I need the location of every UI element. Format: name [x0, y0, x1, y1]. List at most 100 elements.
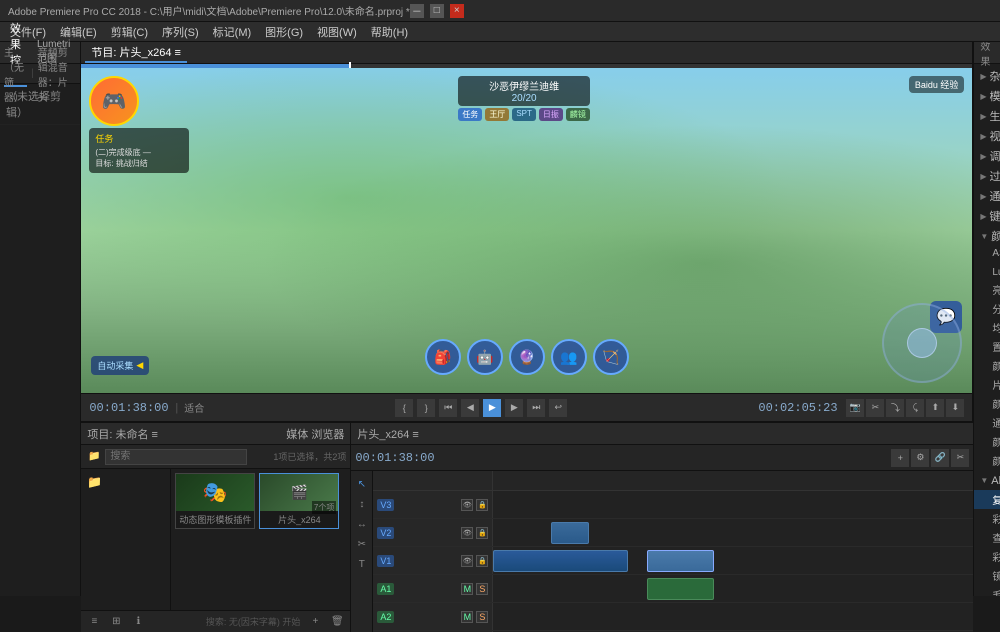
new-item-button[interactable]: +	[306, 613, 324, 631]
effect-color-processing[interactable]: 颜色处理	[974, 432, 1000, 451]
cat-alpha-glow[interactable]: ▼ Alpha 发光	[974, 470, 1000, 490]
effect-copy[interactable]: 复制	[974, 490, 1000, 509]
track-v1-content[interactable]	[493, 547, 973, 574]
cat-noise[interactable]: ▶ 杂色与颗粒	[974, 66, 1000, 86]
window-controls: － □ ×	[410, 4, 464, 18]
close-button[interactable]: ×	[450, 4, 464, 18]
menu-help[interactable]: 帮助(H)	[365, 23, 414, 41]
cat-obsolete[interactable]: ▶ 过时	[974, 166, 1000, 186]
track-a2-solo[interactable]: S	[476, 611, 488, 623]
play-stop-button[interactable]: ▶	[483, 399, 501, 417]
menu-clip[interactable]: 剪辑(C)	[105, 23, 154, 41]
maximize-button[interactable]: □	[430, 4, 444, 18]
cat-alpha-label: Alpha 发光	[991, 472, 1000, 488]
export-frame-button[interactable]: 📷	[846, 399, 864, 417]
tl-settings[interactable]: ⚙	[911, 449, 929, 467]
search-input[interactable]	[105, 449, 247, 465]
track-a1-solo[interactable]: S	[476, 583, 488, 595]
extract-button[interactable]: ⬇	[946, 399, 964, 417]
track-v3-content[interactable]	[493, 491, 973, 518]
select-tool[interactable]: ↖	[353, 475, 371, 493]
cat-channel[interactable]: ▶ 通道	[974, 186, 1000, 206]
track-v1-eye[interactable]: 👁	[461, 555, 473, 567]
tl-razor[interactable]: ✂	[951, 449, 969, 467]
tab-program-monitor[interactable]: 节目: 片头_x264 ≡	[85, 43, 187, 63]
effect-equalize[interactable]: 均衡	[974, 318, 1000, 337]
step-back-button[interactable]: ◀	[461, 399, 479, 417]
clip-motion-template[interactable]: 🎭 动态图形模板插件	[175, 473, 255, 529]
go-to-out-button[interactable]: ⏭	[527, 399, 545, 417]
step-forward-button[interactable]: ▶	[505, 399, 523, 417]
clip-v1-1[interactable]	[493, 550, 627, 572]
menu-marker[interactable]: 标记(M)	[207, 23, 258, 41]
cat-blur[interactable]: ▶ 模糊与锐化	[974, 86, 1000, 106]
ripple-tool[interactable]: ↔	[353, 515, 371, 533]
tl-snap[interactable]: 🔗	[931, 449, 949, 467]
clip-piantou[interactable]: 🎬 片头_x264 7个项	[259, 473, 339, 529]
menu-sequence[interactable]: 序列(S)	[156, 23, 205, 41]
mark-out-button[interactable]: }	[417, 399, 435, 417]
delete-button[interactable]: 🗑	[328, 613, 346, 631]
track-a1-content[interactable]	[493, 575, 973, 602]
track-v2-eye[interactable]: 👁	[461, 527, 473, 539]
go-to-in-button[interactable]: ⏮	[439, 399, 457, 417]
clip-v1-2[interactable]	[647, 550, 714, 572]
track-v3-lock[interactable]: 🔒	[476, 499, 488, 511]
track-a1: A1 M S	[373, 575, 973, 603]
lift-button[interactable]: ⬆	[926, 399, 944, 417]
cat-adjust[interactable]: ▶ 调整	[974, 146, 1000, 166]
new-bin-button[interactable]: 📁	[85, 448, 103, 466]
effect-color-filter[interactable]: 彩色过镜	[974, 547, 1000, 566]
bin-item[interactable]: 📁	[81, 473, 170, 491]
effect-find-edges[interactable]: 查找边	[974, 528, 1000, 547]
track-a2-mute[interactable]: M	[461, 611, 473, 623]
effect-replace-color[interactable]: 置换为颜色	[974, 337, 1000, 356]
track-a2-content[interactable]	[493, 603, 973, 630]
timeline-ruler[interactable]: 00:00 00:00:59:22 00:01:59:21 00:02:59:1…	[373, 471, 973, 491]
cat-color-correction[interactable]: ▼ 颜色校正	[974, 226, 1000, 246]
effect-color-hls[interactable]: 颜色乐章 (HLS)	[974, 451, 1000, 470]
no-clip-selected: （未选择剪辑）	[0, 84, 80, 125]
monitor-controls: 00:01:38:00 | 适合 { } ⏮ ◀ ▶ ▶ ⏭ ↩ 00:02:0…	[81, 393, 972, 421]
insert-button[interactable]: ⤵	[886, 399, 904, 417]
effect-lumetri-color[interactable]: Lumetri 颜色	[974, 261, 1000, 280]
track-a1-label: A1	[377, 583, 394, 595]
track-v3-eye[interactable]: 👁	[461, 499, 473, 511]
cat-video[interactable]: ▶ 视频	[974, 126, 1000, 146]
effect-brightness-contrast[interactable]: 亮度与对比度	[974, 280, 1000, 299]
text-tool[interactable]: T	[353, 555, 371, 573]
effect-color-split[interactable]: 分色	[974, 299, 1000, 318]
track-select-tool[interactable]: ↕	[353, 495, 371, 513]
loop-button[interactable]: ↩	[549, 399, 567, 417]
effect-color-balance[interactable]: 颜色平衡	[974, 356, 1000, 375]
menu-view[interactable]: 视图(W)	[311, 23, 363, 41]
metadata-button[interactable]: ℹ	[129, 613, 147, 631]
icon-view-button[interactable]: ⊞	[107, 613, 125, 631]
list-view-button[interactable]: ≡	[85, 613, 103, 631]
cat-channel-label: 通道	[990, 188, 1000, 204]
track-a1-mute[interactable]: M	[461, 583, 473, 595]
trim-button[interactable]: ✂	[866, 399, 884, 417]
effect-rudder[interactable]: 片舵	[974, 375, 1000, 394]
cat-generate[interactable]: ▶ 生成	[974, 106, 1000, 126]
media-browser-tab[interactable]: 媒体 浏览器	[286, 426, 344, 442]
track-v2-content[interactable]	[493, 519, 973, 546]
minimize-button[interactable]: －	[410, 4, 424, 18]
effect-color-mapper[interactable]: 颜色制图器	[974, 394, 1000, 413]
menu-graphics[interactable]: 图形(G)	[259, 23, 309, 41]
effect-lens-distort[interactable]: 镜头动畸	[974, 566, 1000, 585]
mark-in-button[interactable]: {	[395, 399, 413, 417]
razor-tool[interactable]: ✂	[353, 535, 371, 553]
clip-a1-1[interactable]	[647, 578, 714, 600]
track-v2-lock[interactable]: 🔒	[476, 527, 488, 539]
tl-add-track[interactable]: +	[891, 449, 909, 467]
effect-color-feather[interactable]: 彩色羽翎	[974, 509, 1000, 528]
effect-roughen[interactable]: 毛糙	[974, 585, 1000, 596]
overwrite-button[interactable]: ⤹	[906, 399, 924, 417]
effect-channel-mixer[interactable]: 通道混合器	[974, 413, 1000, 432]
cat-keying[interactable]: ▶ 键控	[974, 206, 1000, 226]
clip-v2-1[interactable]	[551, 522, 589, 544]
track-v1-lock[interactable]: 🔒	[476, 555, 488, 567]
track-v1-label: V1	[377, 555, 394, 567]
effect-asc-cdl[interactable]: ASC CDL	[974, 246, 1000, 261]
